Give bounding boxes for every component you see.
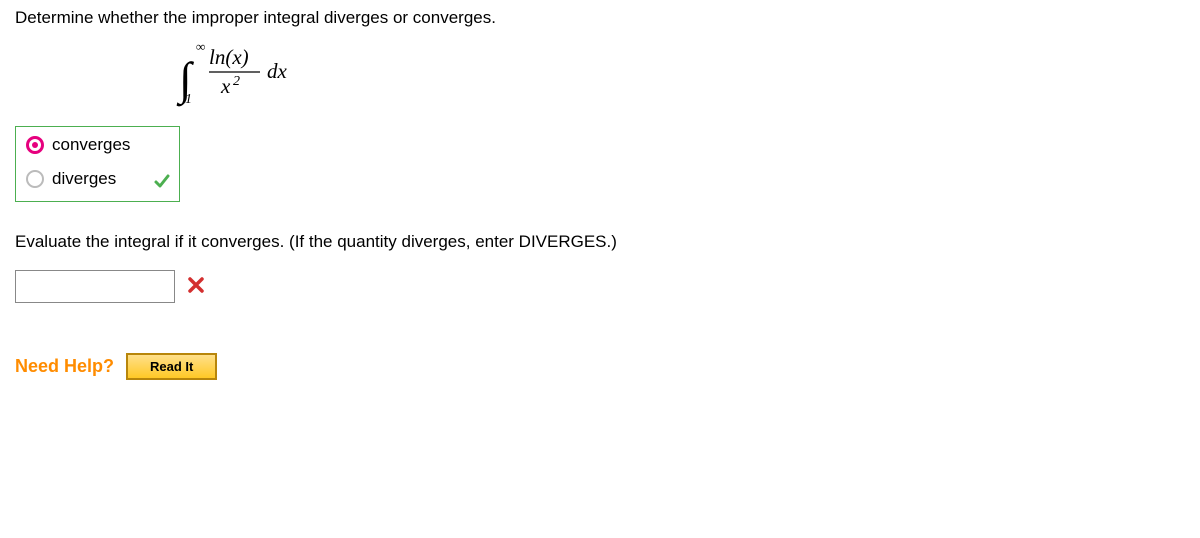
need-help-label: Need Help? bbox=[15, 356, 114, 377]
incorrect-x-icon bbox=[187, 274, 205, 300]
radio-converges[interactable] bbox=[26, 136, 44, 154]
question-prompt: Determine whether the improper integral … bbox=[15, 8, 1185, 28]
option-diverges-row[interactable]: diverges bbox=[26, 169, 169, 189]
answer-input[interactable] bbox=[15, 270, 175, 303]
correct-check-icon bbox=[153, 172, 171, 195]
option-converges-row[interactable]: converges bbox=[26, 135, 169, 155]
help-row: Need Help? Read It bbox=[15, 353, 1185, 380]
denom-exp: 2 bbox=[233, 74, 240, 89]
option-diverges-label: diverges bbox=[52, 169, 116, 189]
answer-row bbox=[15, 270, 1185, 303]
radio-diverges[interactable] bbox=[26, 170, 44, 188]
evaluate-prompt: Evaluate the integral if it converges. (… bbox=[15, 232, 1185, 252]
read-it-button[interactable]: Read It bbox=[126, 353, 217, 380]
denom-base: x bbox=[220, 74, 231, 98]
upper-bound: ∞ bbox=[196, 39, 205, 54]
dx: dx bbox=[267, 59, 288, 83]
lower-bound: 1 bbox=[185, 92, 192, 107]
integral-expression: ∫ ∞ 1 ln(x) x 2 dx bbox=[165, 38, 1185, 108]
convergence-radio-group: converges diverges bbox=[15, 126, 180, 202]
option-converges-label: converges bbox=[52, 135, 130, 155]
numerator: ln(x) bbox=[209, 45, 249, 69]
